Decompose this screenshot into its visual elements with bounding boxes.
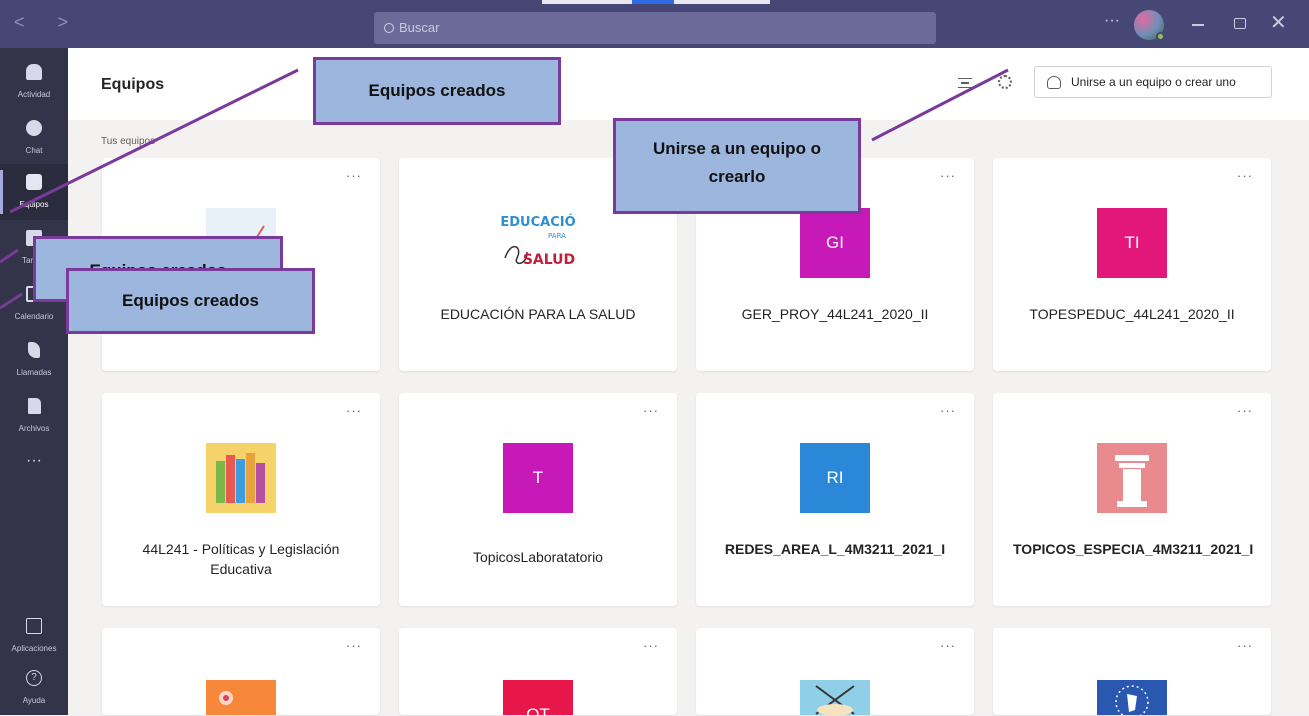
callout-line xyxy=(9,68,299,214)
callout-line xyxy=(0,292,23,310)
callout-line xyxy=(0,248,19,264)
callout-line xyxy=(871,68,1009,142)
callout-unirse: Unirse a un equipo o crearlo xyxy=(613,118,861,214)
callout-equipos-creados-front: Equipos creados xyxy=(66,268,315,334)
callout-equipos-creados: Equipos creados xyxy=(313,57,561,125)
callout-lines xyxy=(0,68,1009,310)
